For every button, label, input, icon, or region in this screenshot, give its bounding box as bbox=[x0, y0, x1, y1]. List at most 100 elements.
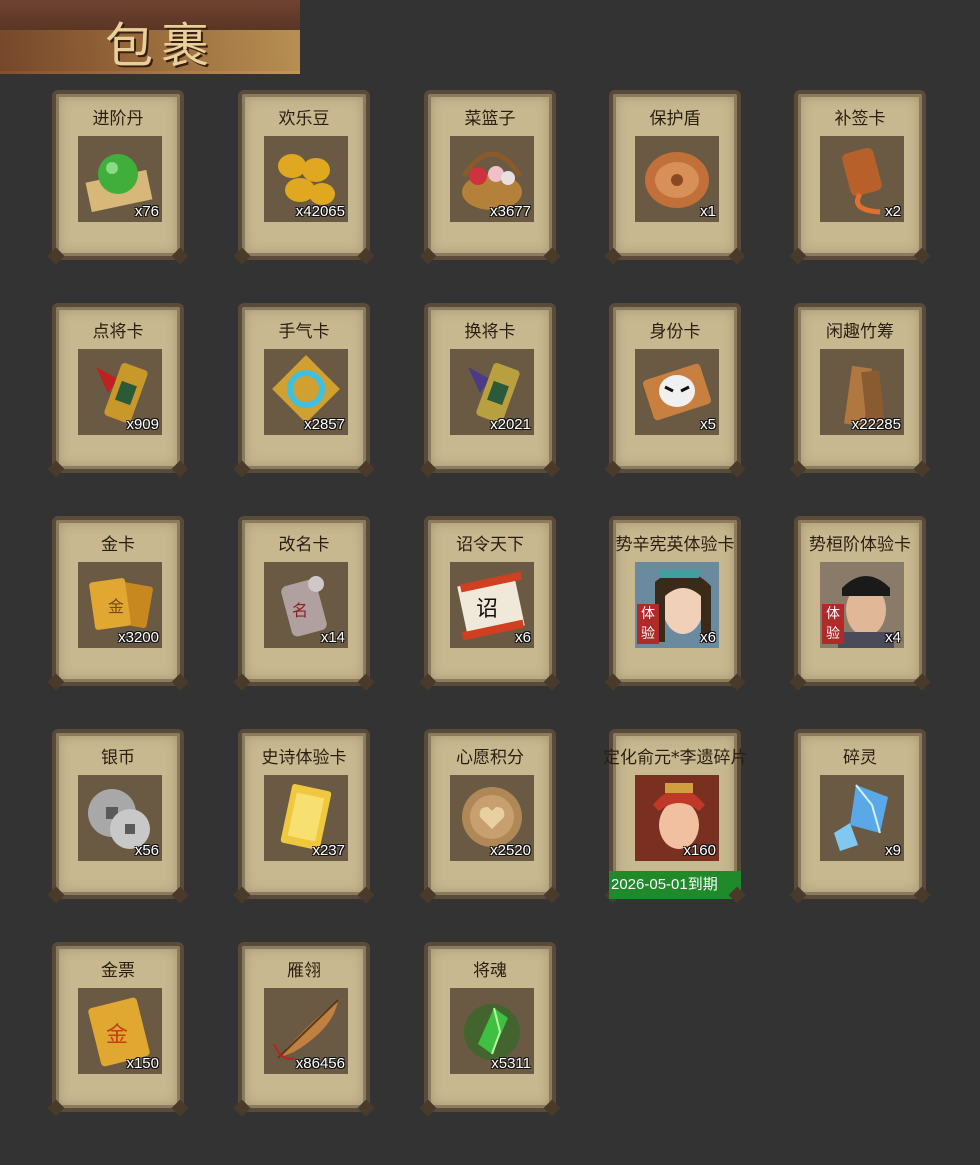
item-quantity: x160 bbox=[683, 842, 716, 859]
item-quantity: x9 bbox=[885, 842, 901, 859]
svg-text:名: 名 bbox=[292, 601, 308, 620]
inventory-item-card[interactable]: 改名卡名 x14 bbox=[238, 516, 370, 686]
item-name: 碎灵 bbox=[843, 748, 877, 768]
item-name: 菜篮子 bbox=[464, 109, 516, 129]
inventory-item-card[interactable]: 将魂 x5311 bbox=[424, 942, 556, 1112]
item-icon-frame: x22285 bbox=[820, 349, 904, 435]
inventory-item-card[interactable]: 金卡金 x3200 bbox=[52, 516, 184, 686]
inventory-item-card[interactable]: 银币 x56 bbox=[52, 729, 184, 899]
item-icon-frame: 体验 x6 bbox=[635, 562, 719, 648]
item-icon-frame: x5311 bbox=[450, 988, 534, 1074]
item-name: 欢乐豆 bbox=[278, 109, 330, 129]
item-icon-frame: 诏 x6 bbox=[450, 562, 534, 648]
inventory-item-card[interactable]: 心愿积分 x2520 bbox=[424, 729, 556, 899]
expiry-banner: 2026-05-01到期 bbox=[609, 871, 741, 899]
item-icon-frame: x237 bbox=[264, 775, 348, 861]
item-quantity: x6 bbox=[515, 629, 531, 646]
item-name: 诏令天下 bbox=[456, 535, 524, 555]
inventory-item-card[interactable]: 势桓阶体验卡体验 x4 bbox=[794, 516, 926, 686]
item-name: 势桓阶体验卡 bbox=[809, 535, 911, 555]
item-icon-frame: x1 bbox=[635, 136, 719, 222]
inventory-item-card[interactable]: 金票金 x150 bbox=[52, 942, 184, 1112]
item-name: 势辛宪英体验卡 bbox=[615, 535, 735, 555]
item-quantity: x22285 bbox=[851, 416, 901, 433]
item-icon-frame: x5 bbox=[635, 349, 719, 435]
item-icon-frame: x2520 bbox=[450, 775, 534, 861]
inventory-item-card[interactable]: 欢乐豆 x42065 bbox=[238, 90, 370, 260]
item-icon-frame: x2857 bbox=[264, 349, 348, 435]
svg-text:金: 金 bbox=[108, 597, 124, 616]
item-quantity: x5311 bbox=[491, 1055, 531, 1072]
item-name: 改名卡 bbox=[278, 535, 330, 555]
inventory-item-card[interactable]: 保护盾 x1 bbox=[609, 90, 741, 260]
item-icon-frame: x56 bbox=[78, 775, 162, 861]
item-quantity: x909 bbox=[126, 416, 159, 433]
item-icon-frame: x42065 bbox=[264, 136, 348, 222]
inventory-item-card[interactable]: 诏令天下诏 x6 bbox=[424, 516, 556, 686]
item-name: 闲趣竹筹 bbox=[826, 322, 894, 342]
item-name: 补签卡 bbox=[834, 109, 886, 129]
item-quantity: x42065 bbox=[295, 203, 345, 220]
inventory-item-card[interactable]: 点将卡 x909 bbox=[52, 303, 184, 473]
item-icon-frame: 金 x3200 bbox=[78, 562, 162, 648]
item-quantity: x3677 bbox=[490, 203, 531, 220]
inventory-item-card[interactable]: 闲趣竹筹 x22285 bbox=[794, 303, 926, 473]
item-icon-frame: 金 x150 bbox=[78, 988, 162, 1074]
item-name: 将魂 bbox=[473, 961, 507, 981]
inventory-item-card[interactable]: 定化俞元*李遗碎片 x160 2026-05-01到期 bbox=[603, 729, 747, 899]
page-title: 包裹 bbox=[105, 18, 218, 74]
item-quantity: x237 bbox=[312, 842, 345, 859]
inventory-item-card[interactable]: 碎灵 x9 bbox=[794, 729, 926, 899]
item-quantity: x76 bbox=[134, 203, 159, 220]
inventory-item-card[interactable]: 菜篮子 x3677 bbox=[424, 90, 556, 260]
inventory-item-card[interactable]: 势辛宪英体验卡体验 x6 bbox=[609, 516, 741, 686]
trial-badge: 体验 bbox=[822, 604, 844, 644]
item-name: 进阶丹 bbox=[92, 109, 144, 129]
item-quantity: x2857 bbox=[304, 416, 345, 433]
item-quantity: x4 bbox=[885, 629, 901, 646]
item-name: 身份卡 bbox=[649, 322, 701, 342]
item-icon-frame: x86456 bbox=[264, 988, 348, 1074]
item-name: 史诗体验卡 bbox=[261, 748, 347, 768]
item-quantity: x2520 bbox=[490, 842, 531, 859]
item-icon-frame: x909 bbox=[78, 349, 162, 435]
title-banner: 包裹 bbox=[0, 0, 300, 74]
item-icon-frame: x2 bbox=[820, 136, 904, 222]
inventory-item-card[interactable]: 身份卡 x5 bbox=[609, 303, 741, 473]
inventory-item-card[interactable]: 史诗体验卡 x237 bbox=[238, 729, 370, 899]
inventory-item-card[interactable]: 进阶丹 x76 bbox=[52, 90, 184, 260]
svg-text:金: 金 bbox=[106, 1023, 128, 1048]
item-name: 心愿积分 bbox=[456, 748, 524, 768]
item-quantity: x2 bbox=[885, 203, 901, 220]
item-icon-frame: x76 bbox=[78, 136, 162, 222]
inventory-item-card[interactable]: 手气卡 x2857 bbox=[238, 303, 370, 473]
inventory-item-card[interactable]: 补签卡 x2 bbox=[794, 90, 926, 260]
item-icon-frame: x160 bbox=[635, 775, 719, 861]
item-quantity: x86456 bbox=[295, 1055, 345, 1072]
item-quantity: x14 bbox=[320, 629, 345, 646]
item-quantity: x6 bbox=[700, 629, 716, 646]
item-icon-frame: x9 bbox=[820, 775, 904, 861]
item-icon-frame: x2021 bbox=[450, 349, 534, 435]
item-icon-frame: x3677 bbox=[450, 136, 534, 222]
item-name: 换将卡 bbox=[464, 322, 516, 342]
item-icon-frame: 名 x14 bbox=[264, 562, 348, 648]
item-icon-frame: 体验 x4 bbox=[820, 562, 904, 648]
item-name: 银币 bbox=[101, 748, 135, 768]
item-quantity: x1 bbox=[700, 203, 716, 220]
item-name: 点将卡 bbox=[92, 322, 144, 342]
svg-text:诏: 诏 bbox=[476, 597, 498, 622]
item-quantity: x3200 bbox=[118, 629, 159, 646]
trial-badge: 体验 bbox=[637, 604, 659, 644]
item-quantity: x5 bbox=[700, 416, 716, 433]
inventory-item-card[interactable]: 换将卡 x2021 bbox=[424, 303, 556, 473]
item-name: 保护盾 bbox=[649, 109, 701, 129]
item-name: 雁翎 bbox=[287, 961, 321, 981]
item-quantity: x56 bbox=[134, 842, 159, 859]
item-quantity: x2021 bbox=[490, 416, 531, 433]
item-name: 定化俞元*李遗碎片 bbox=[603, 748, 747, 768]
inventory-item-card[interactable]: 雁翎 x86456 bbox=[238, 942, 370, 1112]
item-quantity: x150 bbox=[126, 1055, 159, 1072]
item-name: 手气卡 bbox=[278, 322, 330, 342]
item-name: 金票 bbox=[101, 961, 135, 981]
